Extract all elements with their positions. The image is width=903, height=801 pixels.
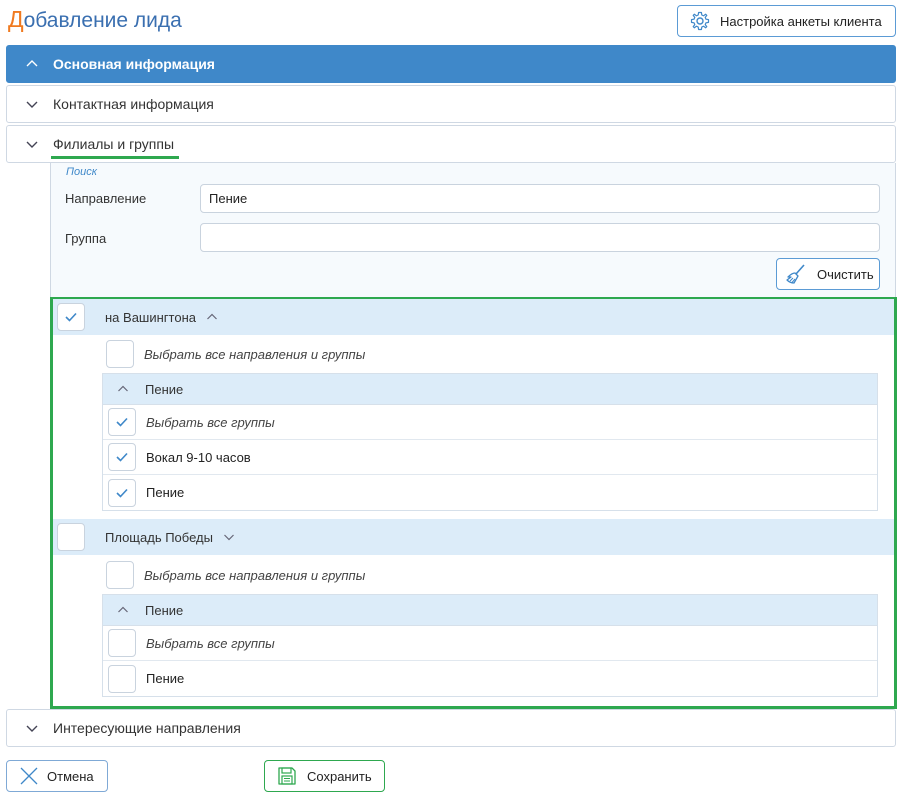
group-checkbox[interactable]	[108, 629, 136, 657]
accordion-main-info-label: Основная информация	[53, 56, 215, 72]
page-title-first-letter: Д	[8, 6, 24, 32]
direction-group-table: Пение Выбрать все группы Пение	[102, 594, 878, 697]
checkmark-icon	[116, 488, 128, 498]
group-checkbox[interactable]	[108, 408, 136, 436]
close-icon	[20, 767, 38, 785]
branch-checkbox[interactable]	[57, 303, 85, 331]
select-all-checkbox[interactable]	[106, 561, 134, 589]
chevron-up-icon	[26, 60, 38, 67]
group-row[interactable]: Вокал 9-10 часов	[103, 440, 877, 475]
select-all-checkbox[interactable]	[106, 340, 134, 368]
group-row[interactable]: Пение	[103, 475, 877, 510]
chevron-down-icon[interactable]	[223, 531, 235, 543]
select-all-directions[interactable]: Выбрать все направления и группы	[106, 561, 365, 589]
direction-header[interactable]: Пение	[103, 595, 877, 626]
chevron-up-icon	[118, 606, 128, 613]
accordion-main-info[interactable]: Основная информация	[6, 45, 896, 83]
group-checkbox[interactable]	[108, 664, 136, 693]
chevron-up-icon	[118, 385, 128, 392]
floppy-disk-icon	[278, 767, 296, 785]
group-label: Выбрать все группы	[146, 414, 275, 430]
group-input[interactable]	[200, 223, 880, 252]
client-form-settings-button[interactable]: Настройка анкеты клиента	[677, 5, 896, 37]
chevron-down-icon	[26, 141, 38, 148]
chevron-down-icon	[26, 725, 38, 732]
accordion-contact-info[interactable]: Контактная информация	[6, 85, 896, 123]
direction-name: Пение	[145, 602, 184, 618]
branch-row-washington[interactable]: на Вашингтона	[53, 299, 894, 335]
branch-checkbox[interactable]	[57, 523, 85, 551]
direction-input[interactable]: Пение	[200, 184, 880, 213]
direction-label: Направление	[65, 191, 147, 206]
select-all-label: Выбрать все направления и группы	[144, 346, 366, 362]
group-row[interactable]: Пение	[103, 661, 877, 696]
save-button[interactable]: Сохранить	[264, 760, 385, 792]
branch-name: на Вашингтона	[105, 309, 196, 325]
save-button-label: Сохранить	[307, 768, 372, 784]
accordion-branches-groups[interactable]: Филиалы и группы	[6, 125, 896, 163]
clear-button-label: Очистить	[817, 266, 874, 282]
checkmark-icon	[116, 417, 128, 427]
select-all-directions[interactable]: Выбрать все направления и группы	[106, 340, 365, 368]
checkmark-icon	[65, 312, 77, 322]
search-caption: Поиск	[66, 166, 97, 178]
checkmark-icon	[116, 452, 128, 462]
gear-icon	[690, 11, 710, 31]
page-title-rest: обавление лида	[23, 9, 182, 32]
accordion-interests-label: Интересующие направления	[53, 720, 241, 736]
group-label: Вокал 9-10 часов	[146, 449, 251, 465]
cancel-button-label: Отмена	[47, 768, 94, 784]
select-all-label: Выбрать все направления и группы	[144, 567, 366, 583]
chevron-down-icon	[26, 101, 38, 108]
direction-header[interactable]: Пение	[103, 374, 877, 405]
group-row[interactable]: Выбрать все группы	[103, 405, 877, 440]
chevron-up-icon[interactable]	[206, 311, 218, 323]
cancel-button[interactable]: Отмена	[6, 760, 108, 792]
page-title: Добавление лида	[8, 6, 182, 33]
group-row[interactable]: Выбрать все группы	[103, 626, 877, 661]
accordion-interests[interactable]: Интересующие направления	[6, 709, 896, 747]
accordion-contact-info-label: Контактная информация	[53, 96, 214, 112]
group-checkbox[interactable]	[108, 443, 136, 471]
branch-name: Площадь Победы	[105, 529, 213, 545]
group-label: Пение	[146, 671, 185, 686]
clear-button[interactable]: Очистить	[776, 258, 880, 290]
settings-button-label: Настройка анкеты клиента	[720, 13, 882, 29]
direction-name: Пение	[145, 381, 184, 397]
group-label: Группа	[65, 231, 107, 246]
group-label: Пение	[146, 485, 185, 500]
broom-icon	[786, 264, 805, 284]
group-checkbox[interactable]	[108, 478, 136, 507]
direction-group-table: Пение Выбрать все группы Вокал 9-10 часо…	[102, 373, 878, 511]
branch-row-victory-square[interactable]: Площадь Победы	[53, 519, 894, 555]
group-label: Выбрать все группы	[146, 635, 275, 651]
accordion-branches-groups-label: Филиалы и группы	[50, 136, 180, 159]
